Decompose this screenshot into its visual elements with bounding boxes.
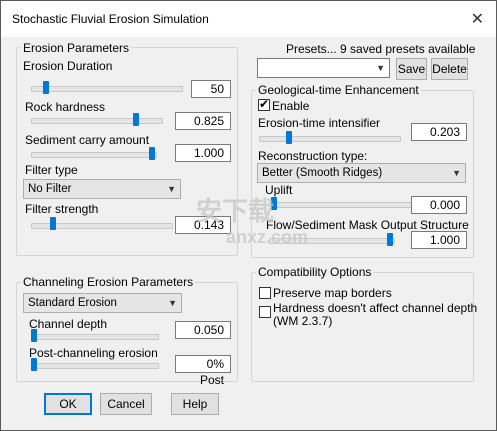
chevron-down-icon: ▼: [452, 168, 461, 178]
channel-depth-thumb[interactable]: [31, 329, 37, 342]
reconstruction-select[interactable]: Better (Smooth Ridges) ▼: [257, 163, 466, 183]
erosion-duration-slider[interactable]: [31, 86, 183, 92]
filter-type-value: No Filter: [28, 183, 72, 195]
flow-mask-thumb[interactable]: [387, 233, 393, 246]
presets-select[interactable]: ▼: [257, 58, 390, 78]
flow-mask-value[interactable]: 1.000: [411, 231, 467, 249]
uplift-value[interactable]: 0.000: [411, 196, 467, 214]
erosion-duration-label: Erosion Duration: [23, 59, 113, 73]
dialog-window: Stochastic Fluvial Erosion Simulation ✕ …: [0, 0, 497, 431]
reconstruction-value: Better (Smooth Ridges): [262, 167, 383, 179]
geological-time-title: Geological-time Enhancement: [256, 83, 421, 97]
hardness-channel-label-line1: Hardness doesn't affect channel depth: [273, 301, 478, 315]
channeling-group-title: Channeling Erosion Parameters: [21, 275, 196, 289]
window-title: Stochastic Fluvial Erosion Simulation: [12, 12, 209, 26]
enable-checkbox[interactable]: ✔: [258, 97, 270, 111]
preserve-borders-label: Preserve map borders: [273, 286, 392, 300]
rock-hardness-slider[interactable]: [31, 118, 163, 124]
cancel-button[interactable]: Cancel: [100, 393, 152, 415]
compatibility-title: Compatibility Options: [256, 265, 374, 279]
channeling-mode-select[interactable]: Standard Erosion ▼: [23, 293, 182, 313]
post-channeling-value[interactable]: 0% Post: [175, 355, 231, 387]
channel-depth-slider[interactable]: [31, 334, 159, 340]
checkmark-icon: ✔: [259, 97, 270, 111]
rock-hardness-value[interactable]: 0.825: [175, 112, 231, 130]
filter-strength-label: Filter strength: [25, 202, 99, 216]
erosion-duration-thumb[interactable]: [42, 81, 49, 94]
reconstruction-label: Reconstruction type:: [258, 149, 368, 163]
enable-label: Enable: [272, 99, 310, 113]
chevron-down-icon: ▼: [376, 63, 385, 73]
intensifier-thumb[interactable]: [285, 131, 292, 144]
filter-strength-thumb[interactable]: [49, 217, 56, 230]
sediment-carry-label: Sediment carry amount: [25, 133, 150, 147]
rock-hardness-label: Rock hardness: [25, 100, 106, 114]
intensifier-label: Erosion-time intensifier: [258, 116, 381, 130]
ok-button[interactable]: OK: [44, 393, 92, 415]
chevron-down-icon: ▼: [168, 298, 177, 308]
post-channeling-slider[interactable]: [31, 363, 159, 369]
presets-label: Presets... 9 saved presets available: [286, 42, 476, 56]
erosion-duration-value[interactable]: 50: [191, 80, 231, 98]
sediment-carry-thumb[interactable]: [149, 147, 155, 160]
hardness-channel-label-line2: (WM 2.3.7): [273, 314, 333, 328]
help-button[interactable]: Help: [171, 393, 219, 415]
chevron-down-icon: ▼: [167, 184, 176, 194]
post-channeling-thumb[interactable]: [31, 358, 37, 371]
intensifier-slider[interactable]: [259, 136, 401, 142]
intensifier-value[interactable]: 0.203: [411, 123, 467, 141]
sediment-carry-value[interactable]: 1.000: [175, 144, 231, 162]
delete-preset-button[interactable]: Delete: [431, 58, 468, 80]
channel-depth-value[interactable]: 0.050: [175, 321, 231, 339]
channeling-mode-value: Standard Erosion: [28, 297, 117, 309]
save-preset-button[interactable]: Save: [396, 58, 427, 80]
filter-type-select[interactable]: No Filter ▼: [23, 179, 181, 199]
title-bar: Stochastic Fluvial Erosion Simulation ✕: [1, 1, 496, 37]
filter-type-label: Filter type: [25, 163, 78, 177]
close-icon[interactable]: ✕: [471, 9, 484, 29]
watermark-domain: anxz.com: [226, 227, 309, 247]
watermark-logo: 安下载: [196, 196, 275, 226]
hardness-channel-checkbox[interactable]: [259, 306, 271, 318]
uplift-slider[interactable]: [271, 202, 413, 208]
channel-depth-label: Channel depth: [29, 317, 108, 331]
sediment-carry-slider[interactable]: [31, 152, 157, 158]
post-channeling-label: Post-channeling erosion: [29, 346, 158, 360]
erosion-parameters-title: Erosion Parameters: [21, 41, 132, 55]
preserve-borders-checkbox[interactable]: [259, 287, 271, 299]
rock-hardness-thumb[interactable]: [132, 113, 139, 126]
